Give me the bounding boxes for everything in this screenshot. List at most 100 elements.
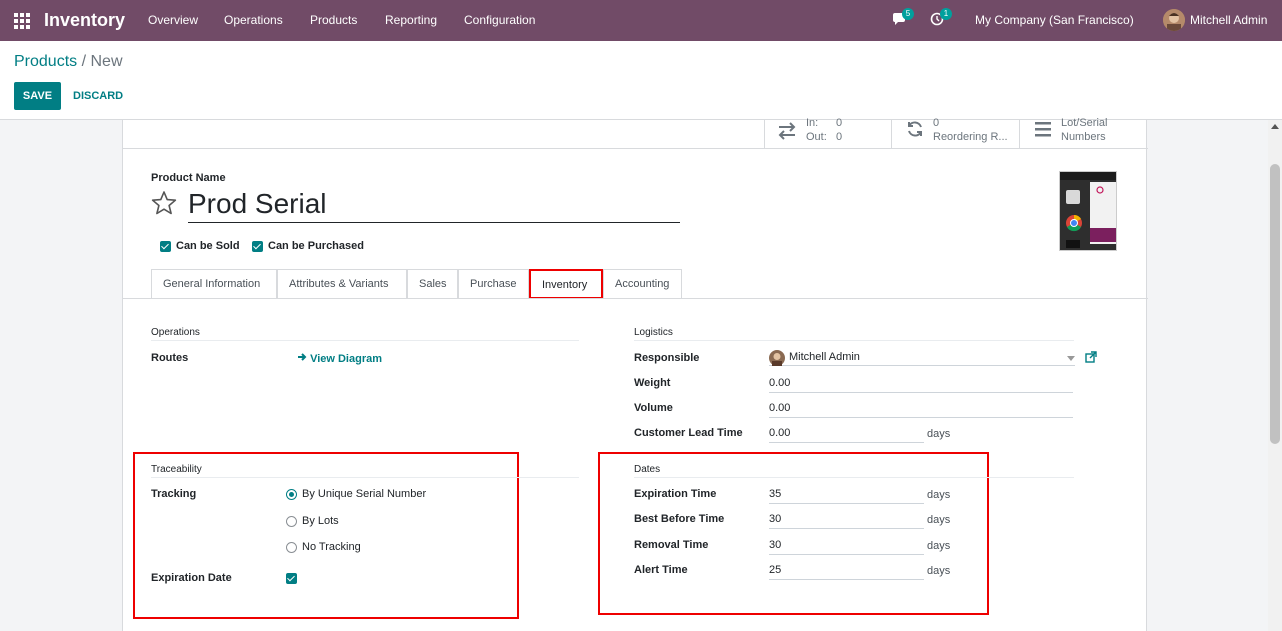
- dates-divider: [634, 477, 1074, 478]
- tab-attributes-variants[interactable]: Attributes & Variants: [277, 269, 407, 299]
- lot-label-line1: Lot/Serial: [1061, 117, 1108, 129]
- alert-time-input[interactable]: 25: [769, 564, 924, 580]
- weight-input[interactable]: 0.00: [769, 377, 1073, 393]
- tab-general-information[interactable]: General Information: [151, 269, 277, 299]
- messages-icon[interactable]: 5: [892, 8, 914, 29]
- operations-divider: [151, 340, 579, 341]
- scroll-up-icon[interactable]: [1271, 124, 1279, 129]
- user-menu[interactable]: Mitchell Admin: [1190, 13, 1267, 27]
- top-navbar: Inventory Overview Operations Products R…: [0, 0, 1282, 41]
- lot-serial-smart-button[interactable]: Lot/Serial Numbers: [1019, 117, 1147, 149]
- save-button[interactable]: SAVE: [14, 82, 61, 110]
- reordering-value: 0: [933, 117, 940, 129]
- best-before-time-input[interactable]: 30: [769, 513, 924, 529]
- favorite-star-icon[interactable]: [151, 190, 177, 219]
- responsible-value: Mitchell Admin: [789, 351, 860, 363]
- apps-menu-icon[interactable]: [14, 13, 30, 29]
- product-image[interactable]: [1059, 171, 1117, 251]
- menu-overview[interactable]: Overview: [148, 13, 198, 27]
- smartbar-divider: [123, 148, 1148, 149]
- in-out-smart-button[interactable]: In: 0 Out: 0: [764, 117, 892, 149]
- best-before-time-label: Best Before Time: [634, 513, 725, 525]
- scrollbar[interactable]: [1268, 120, 1282, 631]
- tab-sales[interactable]: Sales: [407, 269, 458, 299]
- alert-time-label: Alert Time: [634, 564, 688, 576]
- control-panel: Products / New SAVE DISCARD: [0, 41, 1282, 120]
- expiration-date-checkbox[interactable]: [286, 573, 297, 584]
- removal-time-label: Removal Time: [634, 539, 709, 551]
- tab-inventory[interactable]: Inventory: [529, 269, 603, 299]
- scrollbar-thumb[interactable]: [1270, 164, 1280, 444]
- tracking-radio-none[interactable]: [286, 542, 297, 553]
- in-label: In:: [806, 117, 819, 129]
- arrow-right-icon: [298, 353, 307, 361]
- weight-label: Weight: [634, 377, 671, 389]
- expiration-date-label: Expiration Date: [151, 572, 232, 584]
- in-value: 0: [836, 117, 843, 129]
- refresh-icon: [908, 121, 922, 137]
- traceability-divider: [151, 477, 579, 478]
- company-switcher[interactable]: My Company (San Francisco): [975, 13, 1134, 27]
- lead-time-unit: days: [927, 428, 951, 440]
- activities-badge: 1: [940, 8, 952, 20]
- expiration-time-label: Expiration Time: [634, 488, 717, 500]
- breadcrumb-separator: /: [81, 53, 87, 70]
- external-link-icon[interactable]: [1085, 351, 1097, 366]
- menu-configuration[interactable]: Configuration: [464, 13, 535, 27]
- breadcrumb-current: New: [90, 53, 123, 70]
- responsible-field[interactable]: Mitchell Admin: [769, 350, 1075, 366]
- tracking-option-serial[interactable]: By Unique Serial Number: [302, 488, 426, 500]
- out-label: Out:: [806, 131, 827, 143]
- tracking-label: Tracking: [151, 488, 197, 500]
- tracking-radio-lots[interactable]: [286, 516, 297, 527]
- list-icon: [1035, 122, 1051, 137]
- menu-operations[interactable]: Operations: [224, 13, 283, 27]
- can-be-sold-label: Can be Sold: [176, 240, 240, 252]
- dates-section-title: Dates: [634, 464, 661, 475]
- responsible-label: Responsible: [634, 352, 700, 364]
- expiration-time-input[interactable]: 35: [769, 488, 924, 504]
- discard-button[interactable]: DISCARD: [73, 82, 123, 110]
- responsible-avatar: [769, 350, 785, 366]
- menu-products[interactable]: Products: [310, 13, 357, 27]
- tabs-divider: [123, 298, 1148, 299]
- reordering-label: Reordering R...: [933, 131, 1008, 143]
- best-before-time-unit: days: [927, 514, 951, 526]
- tracking-radio-serial[interactable]: [286, 489, 297, 500]
- breadcrumb-products[interactable]: Products: [14, 53, 77, 70]
- tracking-option-lots[interactable]: By Lots: [302, 515, 339, 527]
- logistics-section-title: Logistics: [634, 327, 673, 338]
- lot-label-line2: Numbers: [1061, 131, 1106, 143]
- messages-badge: 5: [902, 8, 914, 20]
- customer-lead-time-input[interactable]: 0.00: [769, 427, 924, 443]
- removal-time-unit: days: [927, 540, 951, 552]
- can-be-sold-checkbox[interactable]: [160, 241, 171, 252]
- view-diagram-label: View Diagram: [310, 353, 383, 365]
- routes-label: Routes: [151, 352, 189, 364]
- tab-purchase[interactable]: Purchase: [458, 269, 529, 299]
- expiration-time-unit: days: [927, 489, 951, 501]
- activities-icon[interactable]: 1: [930, 8, 952, 29]
- traceability-section-title: Traceability: [151, 464, 202, 475]
- out-value: 0: [836, 131, 843, 143]
- can-be-purchased-checkbox[interactable]: [252, 241, 263, 252]
- product-name-label: Product Name: [151, 172, 226, 184]
- alert-time-unit: days: [927, 565, 951, 577]
- view-diagram-link[interactable]: View Diagram: [297, 352, 382, 365]
- operations-section-title: Operations: [151, 327, 200, 338]
- app-name[interactable]: Inventory: [44, 10, 125, 31]
- tracking-option-none[interactable]: No Tracking: [302, 541, 361, 553]
- product-name-input[interactable]: Prod Serial: [188, 188, 680, 223]
- user-avatar[interactable]: [1163, 9, 1185, 31]
- logistics-divider: [634, 340, 1074, 341]
- breadcrumb: Products / New: [14, 53, 123, 71]
- dropdown-caret-icon[interactable]: [1067, 356, 1075, 361]
- reordering-smart-button[interactable]: 0 Reordering R...: [891, 117, 1019, 149]
- removal-time-input[interactable]: 30: [769, 539, 924, 555]
- form-sheet: In: 0 Out: 0 0 Reordering R... Lot/Seria…: [122, 117, 1148, 631]
- transfer-icon: [778, 122, 796, 140]
- can-be-purchased-label: Can be Purchased: [268, 240, 364, 252]
- tab-accounting[interactable]: Accounting: [603, 269, 682, 299]
- volume-input[interactable]: 0.00: [769, 402, 1073, 418]
- menu-reporting[interactable]: Reporting: [385, 13, 437, 27]
